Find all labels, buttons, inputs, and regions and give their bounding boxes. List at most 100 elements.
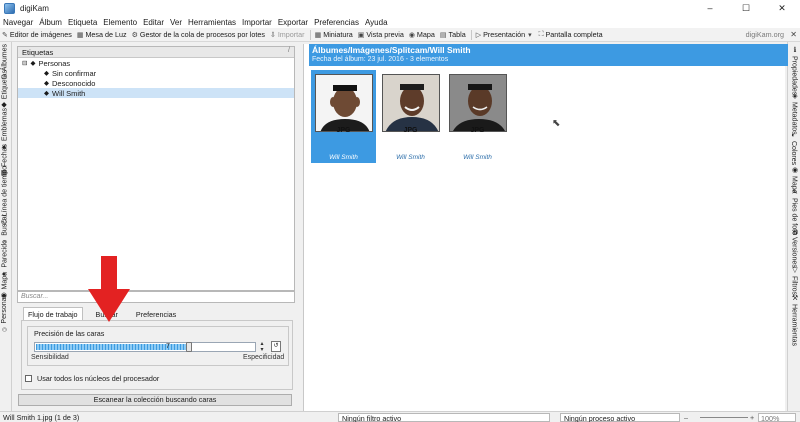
right-sidebar-tab-propiedades[interactable]: ℹ Propiedades [790,44,799,95]
tag-tree: Etiquetas / ⊟ ◆ Personas ◆ Sin confirmar… [17,46,295,291]
tree-item-label: Desconocido [52,78,96,88]
menu-herramientas[interactable]: Herramientas [188,18,236,27]
left-sidebar-tab-label: Mapa [1,272,9,290]
tag-search-input[interactable]: Buscar... [17,291,295,303]
tree-header: Etiquetas / [18,47,294,58]
fullscreen-button[interactable]: ⛶ Pantalla completa [539,30,603,39]
preview-view-button[interactable]: ▣ Vista previa [358,30,404,39]
zoom-slider[interactable] [700,417,748,418]
light-table-button[interactable]: ▦ Mesa de Luz [77,30,127,39]
menu-importar[interactable]: Importar [242,18,272,27]
batch-queue-button[interactable]: ⚙ Gestor de la cola de procesos por lotes [132,30,265,39]
thumbnail-name: Will Smith [329,154,358,161]
thumbnail-icon: ▦ [314,31,322,39]
right-sidebar-tab-herramientas[interactable]: ⚒ Herramientas [790,292,799,347]
zoom-value: 100% [761,414,780,422]
menu-navegar[interactable]: Navegar [3,18,33,27]
import-button[interactable]: ⇩ Importar [270,30,305,39]
spin-down-icon[interactable]: ▾ [258,347,266,353]
mouse-cursor-icon: ⬉ [552,118,561,129]
left-sidebar-tab-etiquetas[interactable]: ◆ Etiquetas [1,70,9,111]
thumbnail-item[interactable]: JPG Will Smith [445,70,510,163]
digikam-brand: digiKam.org [745,30,784,39]
thumbnail-item[interactable]: JPG Will Smith [378,70,443,163]
chevron-down-icon[interactable]: ▾ [528,31,532,39]
reset-icon[interactable]: ↺ [271,341,281,352]
left-panel: Etiquetas / ⊟ ◆ Personas ◆ Sin confirmar… [17,44,295,411]
table-icon: ▤ [439,31,447,39]
menu-ayuda[interactable]: Ayuda [365,18,388,27]
right-sidebar-tab-label: Herramientas [790,304,798,347]
left-sidebar-tab-label: Personas [1,294,8,324]
photo-thumbnail [449,74,507,132]
lighttable-icon: ▦ [76,31,84,39]
preview-view-label: Vista previa [366,30,404,39]
face-photo [450,75,506,131]
header-resize-handle[interactable]: / [288,47,290,54]
menu-exportar[interactable]: Exportar [278,18,308,27]
menu-editar[interactable]: Editar [143,18,164,27]
menu-ver[interactable]: Ver [170,18,182,27]
queue-icon: ⚙ [131,31,138,39]
left-sidebar-tab-label: Línea de tiempo [1,166,9,217]
slideshow-button[interactable]: ▷ Presentación ▾ [476,30,534,39]
menu-etiqueta[interactable]: Etiqueta [68,18,97,27]
thumbnail-name: Will Smith [463,154,492,161]
scan-faces-button[interactable]: Escanear la colección buscando caras [18,394,292,406]
slider-handle[interactable] [186,342,192,352]
table-view-button[interactable]: ▤ Tabla [440,30,466,39]
light-table-label: Mesa de Luz [85,30,127,39]
tree-item-sin-confirmar[interactable]: ◆ Sin confirmar [18,68,294,78]
batch-queue-label: Gestor de la cola de procesos por lotes [139,30,265,39]
title-bar: digiKam – ☐ ✕ [0,0,800,16]
annotation-arrow-icon [88,256,130,322]
right-sidebar-tab-colores[interactable]: ◐ Colores [790,130,797,165]
maximize-button[interactable]: ☐ [728,0,764,16]
tree-item-personas[interactable]: ⊟ ◆ Personas [18,58,294,68]
tag-icon: ◆ [44,70,49,77]
map-view-button[interactable]: ◉ Mapa [409,30,435,39]
menu-album[interactable]: Álbum [39,18,62,27]
right-sidebar-tab-versiones[interactable]: ⧉ Versiones [790,228,799,268]
tab-flujo-de-trabajo[interactable]: Flujo de trabajo [23,307,83,320]
zoom-combo[interactable]: 100% [758,413,796,422]
menu-elemento[interactable]: Elemento [103,18,137,27]
minimize-button[interactable]: – [692,0,728,16]
menu-bar: Navegar Álbum Etiqueta Elemento Editar V… [0,16,800,28]
metadata-icon: ◈ [791,92,798,100]
jpg-badge: JPG [403,127,418,134]
image-editor-button[interactable]: ✎ Editor de imágenes [2,30,72,39]
person-icon: ☺ [1,325,8,333]
thumbnail-view-button[interactable]: ▦ Miniatura [315,30,353,39]
face-accuracy-title: Precisión de las caras [32,329,107,338]
right-sidebar-tab-metadatos[interactable]: ◈ Metadatos [790,90,799,135]
slideshow-label: Presentación [483,30,526,39]
face-accuracy-slider[interactable]: 7 [34,342,256,352]
left-sidebar-tab-personas[interactable]: ☺ Personas [1,294,8,335]
zoom-out-icon[interactable]: – [684,413,688,422]
left-sidebar: ▭ Álbumes ◆ Etiquetas ★ Emblemas ▦ Fechas ◷ Línea… [0,42,12,411]
photo-thumbnail [315,74,373,132]
collapse-toggle-icon[interactable]: ⊟ [22,59,27,67]
right-sidebar-tab-filtros[interactable]: ▽ Filtros [790,264,799,295]
thumbnail-item[interactable]: JPG Will Smith [311,70,376,163]
close-icon[interactable]: ✕ [790,28,797,42]
tree-item-will-smith[interactable]: ◆ Will Smith [18,88,294,98]
window-title: digiKam [20,3,49,13]
tree-item-label: Sin confirmar [52,68,97,78]
zoom-in-icon[interactable]: + [750,413,754,422]
specificity-label: Especificidad [243,354,285,361]
menu-preferencias[interactable]: Preferencias [314,18,359,27]
versions-icon: ⧉ [791,230,798,235]
tab-preferencias[interactable]: Preferencias [131,307,181,320]
digikam-app-icon [4,2,15,14]
main-toolbar: ✎ Editor de imágenes ▦ Mesa de Luz ⚙ Gestor… [0,28,800,42]
right-sidebar: ℹ Propiedades ◈ Metadatos ◐ Colores ◉ Mapa ✎ Pies… [787,42,800,411]
close-button[interactable]: ✕ [764,0,800,16]
use-all-cores-row[interactable]: Usar todos los núcleos del procesador [25,374,159,383]
filter-status-box: Ningún filtro activo [338,413,550,422]
toolbar-separator [309,29,311,40]
use-all-cores-checkbox[interactable] [25,375,32,382]
tree-item-desconocido[interactable]: ◆ Desconocido [18,78,294,88]
tree-header-label: Etiquetas [22,47,54,57]
